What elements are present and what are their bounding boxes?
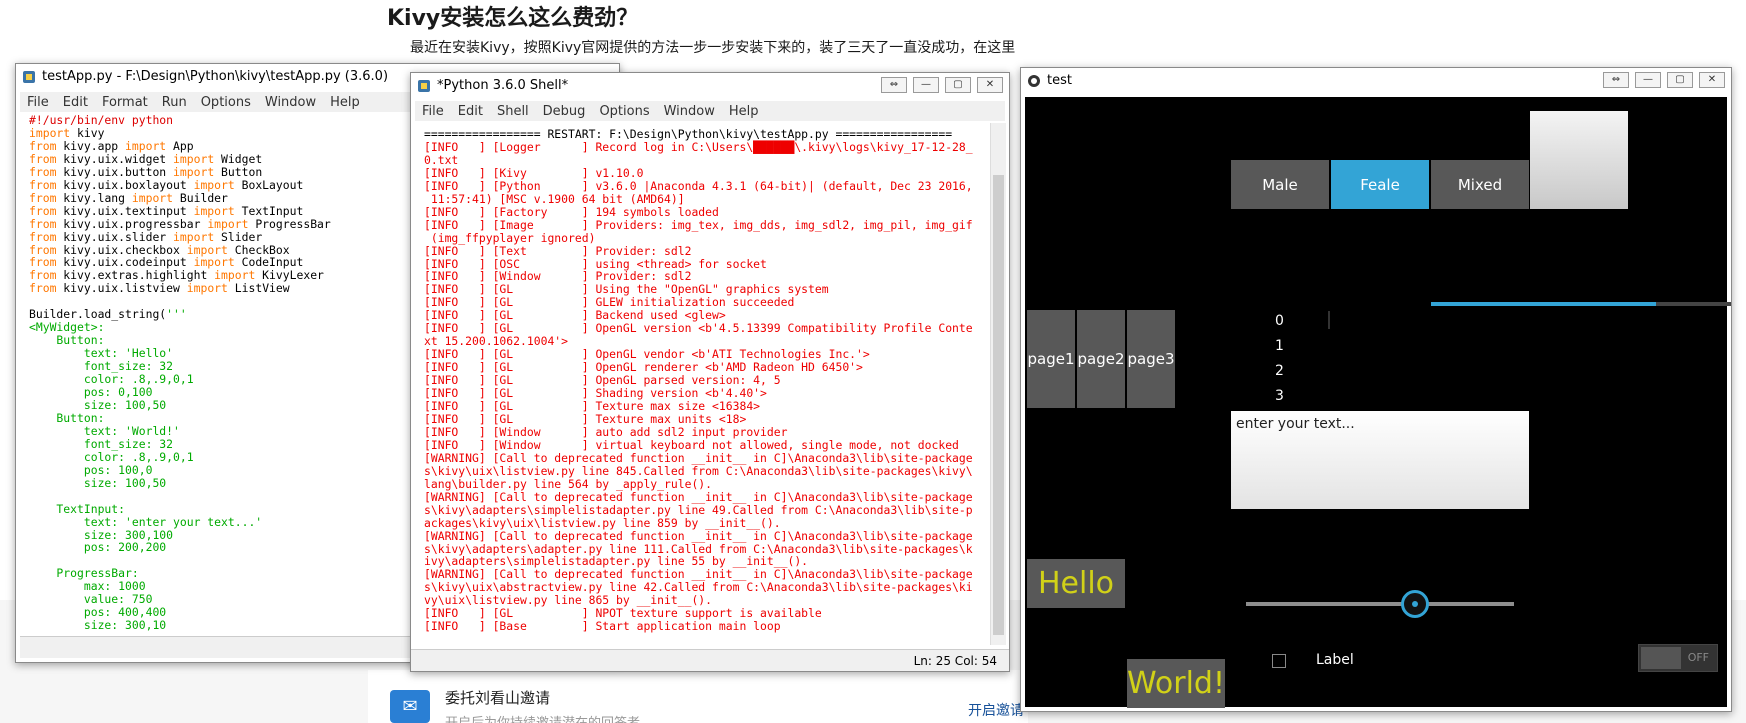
list-item[interactable]: 0 <box>1275 313 1284 329</box>
minimize-button[interactable]: — <box>1635 72 1661 88</box>
image-placeholder <box>1530 111 1628 209</box>
kivy-canvas: Male Feale Mixed page1 page2 page3 0 1 2… <box>1025 97 1731 708</box>
shell-line: [WARNING] [Call to deprecated function _… <box>424 450 973 465</box>
shell-line: (img_ffpyplayer ignored) <box>424 230 596 245</box>
shell-title: *Python 3.6.0 Shell* <box>437 78 569 93</box>
shell-line: [INFO ] [Base ] Start application main l… <box>424 619 781 634</box>
invite-card-subtitle: 开启后为你持续邀请潜在的回答者 <box>445 712 640 723</box>
shell-line: [INFO ] [Window ] auto add sdl2 input pr… <box>424 424 788 439</box>
shell-line: [INFO ] [Image ] Providers: img_tex, img… <box>424 217 973 232</box>
shell-line: [INFO ] [Text ] Provider: sdl2 <box>424 243 692 258</box>
shell-line: [WARNING] [Call to deprecated function _… <box>424 489 973 504</box>
list-item[interactable]: 2 <box>1275 363 1284 379</box>
maximize-button[interactable]: ▢ <box>945 77 971 93</box>
shell-line: ackages\kivy\uix\listview.py line 859 by… <box>424 515 781 530</box>
shell-menu-shell[interactable]: Shell <box>490 104 536 119</box>
page1-button[interactable]: page1 <box>1027 310 1075 408</box>
checkbox[interactable] <box>1272 654 1286 668</box>
code-line: pos: 200,200 <box>29 540 167 555</box>
code-line: from kivy.uix.listview import ListView <box>29 281 290 296</box>
maximize-button[interactable]: ▢ <box>1667 72 1693 88</box>
switch-toggle[interactable]: OFF <box>1638 644 1718 672</box>
toggle-mixed[interactable]: Mixed <box>1431 160 1529 209</box>
restore-icon[interactable]: ⇔ <box>1603 72 1629 88</box>
kivy-icon <box>1028 75 1040 87</box>
shell-line: 0.txt <box>424 152 459 167</box>
editor-menu-window[interactable]: Window <box>258 95 323 110</box>
shell-line: lang\builder.py line 564 by _apply_rule(… <box>424 476 713 491</box>
kivy-window-controls: ⇔ — ▢ ✕ <box>1603 72 1725 88</box>
shell-scrollbar[interactable] <box>990 123 1006 645</box>
python-icon <box>418 80 430 92</box>
minimize-button[interactable]: — <box>913 77 939 93</box>
list-item[interactable]: 1 <box>1275 338 1284 354</box>
editor-menu-options[interactable]: Options <box>194 95 258 110</box>
slider[interactable] <box>1246 602 1514 606</box>
python-icon <box>23 71 35 83</box>
code-line: size: 300,10 <box>29 618 167 633</box>
shell-line: [INFO ] [Kivy ] v1.10.0 <box>424 165 644 180</box>
shell-window: *Python 3.6.0 Shell* ⇔ — ▢ ✕ File Edit She… <box>410 72 1010 672</box>
shell-line: s\kivy\uix\listview.py line 845.Called f… <box>424 463 973 478</box>
switch-knob <box>1641 647 1681 669</box>
shell-line: s\kivy\adapters\simplelistadapter.py lin… <box>424 502 973 517</box>
toggle-feale[interactable]: Feale <box>1331 160 1429 209</box>
restore-icon[interactable]: ⇔ <box>881 77 907 93</box>
question-excerpt: 最近在安装Kivy，按照Kivy官网提供的方法一步一步安装下来的，装了三天了一直… <box>410 40 1016 56</box>
enable-invite-link[interactable]: 开启邀请 <box>968 700 1024 720</box>
shell-menu-debug[interactable]: Debug <box>536 104 593 119</box>
hello-button[interactable]: Hello <box>1027 559 1125 608</box>
text-input[interactable]: enter your text... <box>1231 411 1529 509</box>
shell-menu-file[interactable]: File <box>415 104 451 119</box>
kivy-titlebar[interactable]: test ⇔ — ▢ ✕ <box>1021 68 1731 94</box>
toggle-male[interactable]: Male <box>1231 160 1329 209</box>
shell-line: 11:57:41) [MSC v.1900 64 bit (AMD64)] <box>424 191 685 206</box>
mascot-icon: ✉ <box>390 690 430 723</box>
shell-window-controls: ⇔ — ▢ ✕ <box>881 77 1003 93</box>
shell-menubar: File Edit Shell Debug Options Window Help <box>415 101 1005 121</box>
kivy-title: test <box>1047 73 1072 88</box>
progress-fill <box>1431 302 1656 306</box>
editor-menu-run[interactable]: Run <box>155 95 194 110</box>
label-text: Label <box>1316 652 1354 668</box>
close-button[interactable]: ✕ <box>1699 72 1725 88</box>
shell-line: [INFO ] [Factory ] 194 symbols loaded <box>424 204 719 219</box>
shell-menu-options[interactable]: Options <box>592 104 656 119</box>
switch-label: OFF <box>1687 651 1709 664</box>
close-button[interactable]: ✕ <box>977 77 1003 93</box>
slider-handle[interactable] <box>1400 590 1429 618</box>
shell-output[interactable]: ================= RESTART: F:\Design\Pyt… <box>424 128 994 633</box>
editor-menu-format[interactable]: Format <box>95 95 155 110</box>
shell-line: ================= RESTART: F:\Design\Pyt… <box>424 127 953 141</box>
slider-handle-dot <box>1411 601 1418 607</box>
editor-code-area[interactable]: #!/usr/bin/env python import kivy from kiv… <box>29 114 331 632</box>
list-item[interactable]: 3 <box>1275 388 1284 404</box>
code-line: size: 100,50 <box>29 475 167 490</box>
editor-menu-file[interactable]: File <box>20 95 56 110</box>
editor-title: testApp.py - F:\Design\Python\kivy\testA… <box>42 69 389 84</box>
scrollbar-thumb[interactable] <box>993 175 1004 635</box>
shell-line: [INFO ] [Logger ] Record log in C:\Users… <box>424 139 973 154</box>
shell-line: [INFO ] [Python ] v3.6.0 |Anaconda 4.3.1… <box>424 178 973 193</box>
shell-line: [INFO ] [GL ] Texture max units <18> <box>424 411 747 426</box>
shell-menu-help[interactable]: Help <box>722 104 766 119</box>
editor-menu-edit[interactable]: Edit <box>56 95 95 110</box>
progress-bar <box>1431 302 1731 306</box>
page2-button[interactable]: page2 <box>1077 310 1125 408</box>
shell-titlebar[interactable]: *Python 3.6.0 Shell* ⇔ — ▢ ✕ <box>411 73 1009 99</box>
shell-menu-window[interactable]: Window <box>657 104 722 119</box>
page3-button[interactable]: page3 <box>1127 310 1175 408</box>
shell-menu-edit[interactable]: Edit <box>451 104 490 119</box>
shell-line: [INFO ] [Window ] virtual keyboard not a… <box>424 437 959 452</box>
world-button[interactable]: World! <box>1127 659 1225 708</box>
shell-line: [WARNING] [Call to deprecated function _… <box>424 528 973 543</box>
invite-card-title: 委托刘看山邀请 <box>445 689 551 707</box>
shell-statusbar: Ln: 25 Col: 54 <box>411 649 1009 671</box>
editor-menu-help[interactable]: Help <box>323 95 367 110</box>
question-title[interactable]: Kivy安装怎么这么费劲？ <box>387 0 638 32</box>
kivy-window: test ⇔ — ▢ ✕ Male Feale Mixed page1 page… <box>1020 67 1732 712</box>
list-scrollbar[interactable] <box>1328 311 1330 329</box>
